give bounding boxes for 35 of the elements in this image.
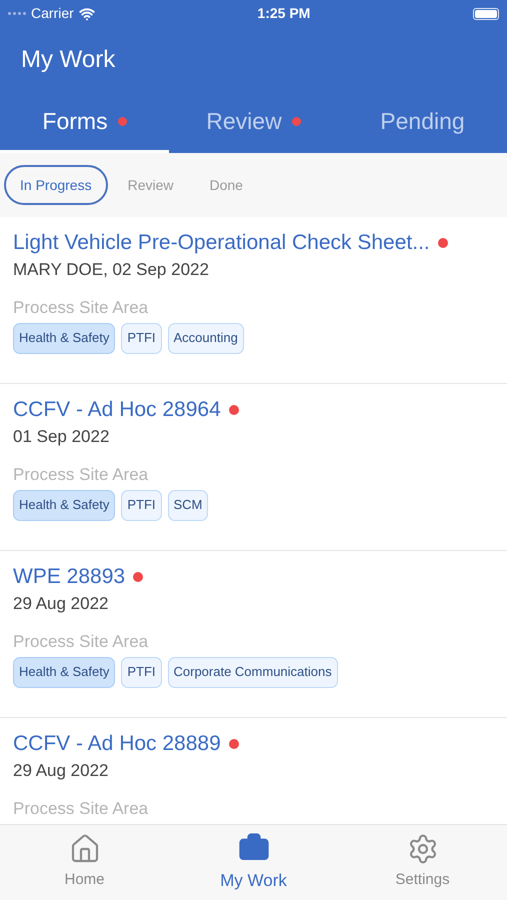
- tag: PTFI: [121, 656, 162, 688]
- tag: Health & Safety: [13, 322, 116, 354]
- tab-bar-item[interactable]: My Work: [169, 825, 338, 900]
- tab-bar-item[interactable]: Home: [0, 825, 169, 900]
- page-title: My Work: [21, 45, 116, 75]
- form-meta: 29 Aug 2022: [13, 760, 110, 782]
- filter-chip[interactable]: Review: [112, 165, 190, 205]
- section-label: Process Site Area: [13, 296, 150, 318]
- form-title[interactable]: CCFV - Ad Hoc 28964: [13, 394, 221, 426]
- filter-chip[interactable]: Done: [194, 165, 259, 205]
- status-time: 1:25 PM: [257, 4, 310, 23]
- filter-chip[interactable]: In Progress: [4, 165, 108, 205]
- tag: Health & Safety: [13, 490, 116, 520]
- section-label: Process Site Area: [13, 464, 150, 486]
- tag: Corporate Communications: [168, 656, 338, 688]
- wifi-icon: [78, 6, 95, 22]
- form-title[interactable]: CCFV - Ad Hoc 28889: [13, 728, 221, 760]
- tab-bar-item[interactable]: Settings: [338, 825, 507, 900]
- form-meta: 29 Aug 2022: [13, 592, 110, 614]
- form-meta: MARY DOE, 02 Sep 2022: [13, 258, 210, 280]
- signal-icon: [8, 12, 26, 15]
- section-label: Process Site Area: [13, 630, 150, 652]
- form-title[interactable]: WPE 28893: [13, 561, 126, 592]
- section-label: Process Site Area: [13, 798, 150, 820]
- tab[interactable]: Pending: [338, 93, 507, 153]
- carrier-label: Carrier: [31, 4, 74, 23]
- form-title[interactable]: Light Vehicle Pre-Operational Check Sheet...: [13, 227, 430, 258]
- tag: SCM: [168, 490, 208, 520]
- tag: PTFI: [121, 322, 162, 354]
- battery-icon: [472, 8, 499, 20]
- form-meta: 01 Sep 2022: [13, 426, 110, 448]
- tag: Health & Safety: [13, 656, 116, 688]
- tag: PTFI: [121, 490, 162, 520]
- tab[interactable]: Review: [169, 93, 338, 153]
- tag: Accounting: [168, 322, 244, 354]
